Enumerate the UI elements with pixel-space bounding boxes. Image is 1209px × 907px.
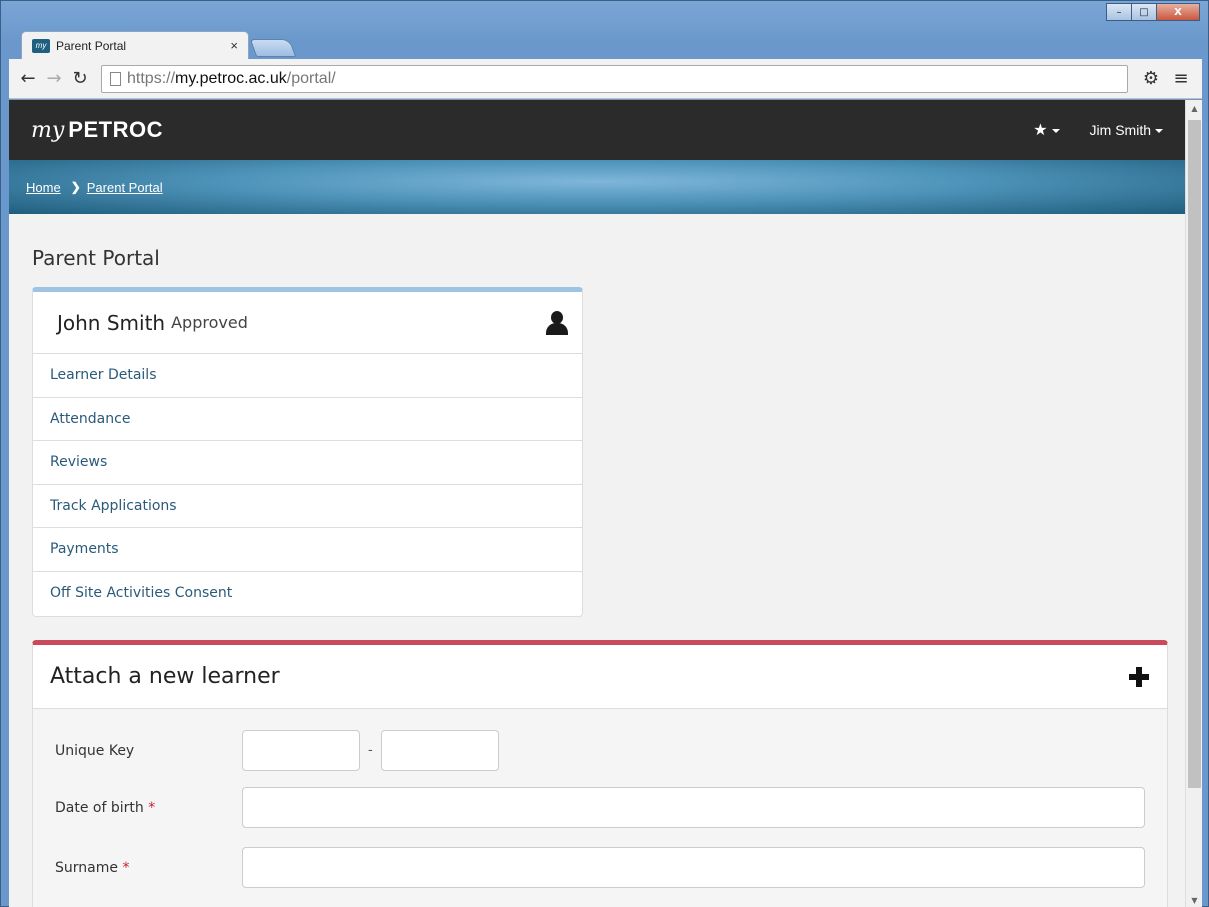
link-track-applications[interactable]: Track Applications	[33, 485, 582, 528]
plus-icon[interactable]	[1129, 666, 1149, 687]
new-tab-button[interactable]	[249, 39, 297, 57]
unique-key-part2-input[interactable]	[380, 730, 499, 771]
url-path: /portal/	[286, 69, 336, 87]
tab-title: Parent Portal	[56, 38, 127, 53]
close-window-button[interactable]: X	[1156, 3, 1200, 21]
attach-learner-header[interactable]: Attach a new learner	[33, 645, 1167, 709]
logo-name: PETROC	[68, 117, 163, 142]
forward-arrow-icon[interactable]: →	[41, 66, 67, 92]
scroll-thumb[interactable]	[1188, 120, 1201, 788]
breadcrumb-home[interactable]: Home	[26, 180, 61, 195]
back-arrow-icon[interactable]: ←	[15, 66, 41, 92]
dob-label: Date of birth *	[55, 799, 156, 816]
link-off-site-activities-consent[interactable]: Off Site Activities Consent	[33, 572, 582, 616]
window-controls: – □ X	[1106, 3, 1200, 21]
close-tab-icon[interactable]: ×	[230, 38, 238, 53]
link-payments[interactable]: Payments	[33, 528, 582, 572]
favorites-dropdown[interactable]: ★	[1033, 120, 1060, 140]
page-title: Parent Portal	[32, 246, 160, 270]
star-icon: ★	[1033, 122, 1048, 139]
unique-key-part1-input[interactable]	[242, 730, 360, 771]
breadcrumb: Home ❯ Parent Portal	[9, 160, 1185, 214]
date-of-birth-field[interactable]	[242, 787, 1145, 828]
caret-down-icon	[1155, 129, 1163, 134]
learner-status: Approved	[171, 313, 248, 332]
caret-down-icon	[1051, 129, 1060, 134]
link-attendance[interactable]: Attendance	[33, 398, 582, 441]
required-marker: *	[122, 859, 130, 876]
unique-key-row: Unique Key -	[55, 730, 499, 771]
attach-learner-title: Attach a new learner	[50, 664, 280, 689]
user-name: Jim Smith	[1089, 122, 1151, 138]
minimize-button[interactable]: –	[1106, 3, 1132, 21]
learner-name: John Smith	[57, 310, 166, 335]
settings-gear-icon[interactable]: ⚙	[1136, 66, 1166, 92]
tab-parent-portal[interactable]: my Parent Portal ×	[21, 31, 249, 59]
tab-strip: my Parent Portal ×	[21, 29, 297, 59]
required-marker: *	[148, 799, 156, 816]
learner-panel: John Smith Approved Learner Details Atte…	[32, 287, 583, 617]
scroll-up-arrow-icon[interactable]: ▲	[1186, 100, 1202, 116]
user-icon	[546, 310, 568, 335]
site-navbar: my PETROC ★ Jim Smith	[9, 100, 1185, 160]
site-logo[interactable]: my PETROC	[31, 117, 163, 143]
menu-icon[interactable]: ≡	[1166, 66, 1196, 92]
user-menu-dropdown[interactable]: Jim Smith	[1090, 122, 1163, 138]
chevron-right-icon: ❯	[70, 180, 81, 194]
unique-key-label: Unique Key	[55, 742, 135, 759]
address-bar[interactable]: https://my.petroc.ac.uk/portal/	[101, 64, 1128, 93]
learner-links: Learner Details Attendance Reviews Track…	[33, 354, 582, 615]
link-learner-details[interactable]: Learner Details	[33, 354, 582, 398]
link-reviews[interactable]: Reviews	[33, 441, 582, 485]
maximize-button[interactable]: □	[1131, 3, 1157, 21]
favicon-icon: my	[32, 38, 50, 53]
navbar-right: ★ Jim Smith	[1033, 120, 1163, 140]
reload-icon[interactable]: ↻	[67, 66, 93, 92]
surname-row: Surname *	[55, 847, 1145, 888]
url-scheme: https://	[127, 69, 176, 87]
vertical-scrollbar[interactable]: ▲ ▼	[1185, 100, 1202, 907]
browser-toolbar: ← → ↻ https://my.petroc.ac.uk/portal/ ⚙ …	[9, 59, 1202, 99]
learner-header: John Smith Approved	[33, 292, 582, 354]
browser-window: – □ X my Parent Portal × ← → ↻ https://m…	[0, 0, 1209, 907]
dob-row: Date of birth *	[55, 787, 1145, 828]
key-separator: -	[368, 743, 373, 758]
url-host: my.petroc.ac.uk	[175, 69, 287, 87]
breadcrumb-parent-portal[interactable]: Parent Portal	[87, 180, 163, 195]
page-viewport: my PETROC ★ Jim Smith Home ❯ Parent Port…	[9, 100, 1202, 907]
surname-field[interactable]	[242, 847, 1145, 888]
surname-label: Surname *	[55, 859, 130, 876]
page-icon	[110, 71, 121, 86]
attach-learner-panel: Attach a new learner Unique Key - Date o…	[32, 640, 1168, 907]
logo-prefix: my	[31, 118, 65, 143]
scroll-down-arrow-icon[interactable]: ▼	[1186, 892, 1202, 907]
